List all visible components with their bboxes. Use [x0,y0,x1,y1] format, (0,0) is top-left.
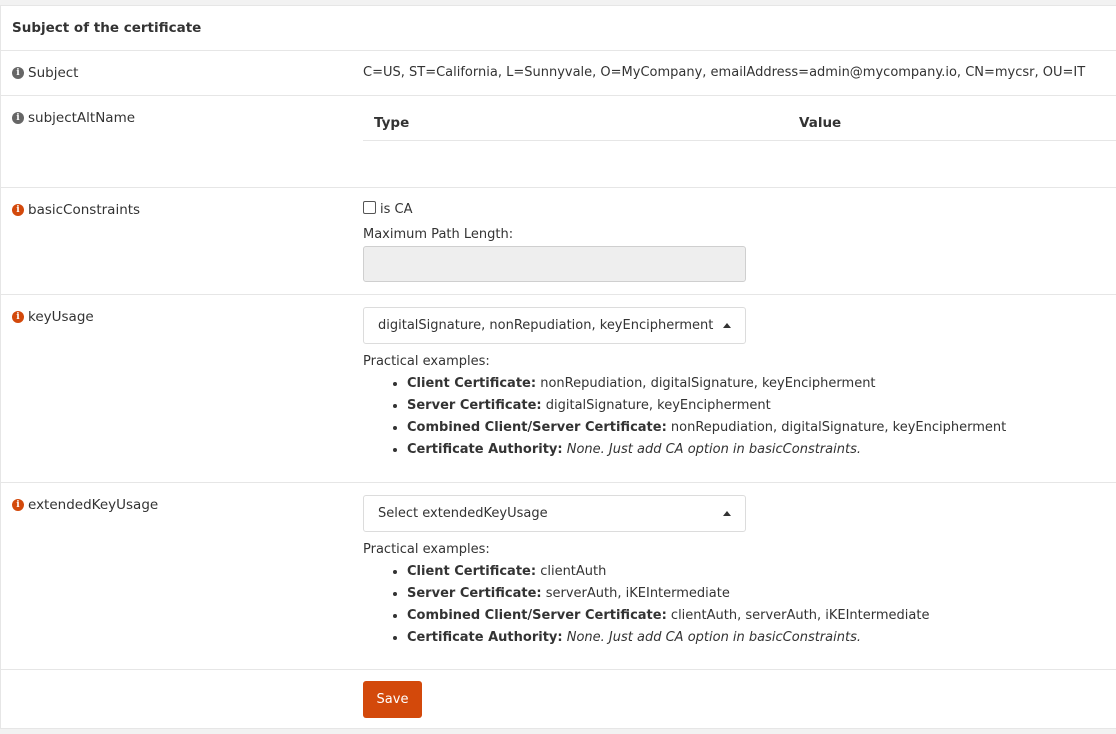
list-item: Certificate Authority: None. Just add CA… [407,439,1006,461]
example-value: nonRepudiation, digitalSignature, keyEnc… [540,376,876,391]
list-item: Combined Client/Server Certificate: nonR… [407,417,1006,439]
list-item: Client Certificate: clientAuth [407,561,929,583]
example-value: None. Just add CA option in basicConstra… [566,630,861,645]
key-usage-label-group: i keyUsage [12,309,94,325]
example-value: clientAuth, serverAuth, iKEIntermediate [670,608,930,623]
max-path-length-input[interactable] [363,246,746,282]
list-item: Certificate Authority: None. Just add CA… [407,627,929,649]
subject-alt-name-label: subjectAltName [28,110,136,126]
extended-key-usage-label-group: i extendedKeyUsage [12,497,158,513]
certificate-subject-panel: Subject of the certificate i Subject C=U… [0,5,1116,729]
example-name: Certificate Authority: [407,442,563,457]
column-header-type: Type [374,115,410,131]
example-value: digitalSignature, keyEncipherment [545,398,771,413]
actions-row: Save [1,670,1116,728]
key-usage-selected-value: digitalSignature, nonRepudiation, keyEnc… [378,318,714,333]
key-usage-examples: Practical examples: Client Certificate: … [363,351,1006,461]
extended-key-usage-placeholder: Select extendedKeyUsage [378,506,548,521]
extended-key-usage-row: i extendedKeyUsage Select extendedKeyUsa… [1,483,1116,670]
list-item: Server Certificate: digitalSignature, ke… [407,395,1006,417]
example-name: Certificate Authority: [407,630,563,645]
info-icon[interactable]: i [12,67,24,79]
example-value: clientAuth [540,564,607,579]
info-icon[interactable]: i [12,112,24,124]
subject-label: Subject [28,65,79,81]
examples-title: Practical examples: [363,542,490,557]
list-item: Combined Client/Server Certificate: clie… [407,605,929,627]
subject-row: i Subject C=US, ST=California, L=Sunnyva… [1,51,1116,96]
info-icon[interactable]: i [12,499,24,511]
key-usage-examples-list: Client Certificate: nonRepudiation, digi… [363,373,1006,461]
example-value: None. Just add CA option in basicConstra… [566,442,861,457]
is-ca-label[interactable]: is CA [380,202,413,217]
subject-alt-name-table-header: Type Value [363,114,1116,141]
subject-alt-name-row: i subjectAltName Type Value [1,96,1116,188]
caret-up-icon [723,323,731,328]
example-name: Combined Client/Server Certificate: [407,608,667,623]
key-usage-row: i keyUsage digitalSignature, nonRepudiat… [1,295,1116,483]
is-ca-checkbox[interactable] [363,201,376,214]
list-item: Server Certificate: serverAuth, iKEInter… [407,583,929,605]
example-name: Server Certificate: [407,586,542,601]
list-item: Client Certificate: nonRepudiation, digi… [407,373,1006,395]
subject-value: C=US, ST=California, L=Sunnyvale, O=MyCo… [363,65,1086,80]
extended-key-usage-label: extendedKeyUsage [28,497,159,513]
example-value: serverAuth, iKEIntermediate [545,586,730,601]
info-icon[interactable]: i [12,204,24,216]
examples-title: Practical examples: [363,354,490,369]
example-name: Client Certificate: [407,564,537,579]
basic-constraints-label-group: i basicConstraints [12,202,140,218]
column-header-value: Value [799,115,842,131]
subject-alt-name-label-group: i subjectAltName [12,110,135,126]
example-name: Server Certificate: [407,398,542,413]
example-name: Combined Client/Server Certificate: [407,420,667,435]
subject-label-group: i Subject [12,65,78,81]
save-button[interactable]: Save [363,681,422,718]
info-icon[interactable]: i [12,311,24,323]
basic-constraints-label: basicConstraints [28,202,141,218]
key-usage-label: keyUsage [28,309,94,325]
extended-key-usage-select[interactable]: Select extendedKeyUsage [363,495,746,532]
max-path-length-label: Maximum Path Length: [363,227,514,242]
basic-constraints-row: i basicConstraints is CA Maximum Path Le… [1,188,1116,295]
example-value: nonRepudiation, digitalSignature, keyEnc… [670,420,1007,435]
extended-key-usage-examples: Practical examples: Client Certificate: … [363,539,929,649]
key-usage-select[interactable]: digitalSignature, nonRepudiation, keyEnc… [363,307,746,344]
section-title: Subject of the certificate [12,20,202,36]
section-header-row: Subject of the certificate [1,6,1116,51]
extended-key-usage-examples-list: Client Certificate: clientAuth Server Ce… [363,561,929,649]
example-name: Client Certificate: [407,376,537,391]
caret-up-icon [723,511,731,516]
is-ca-option[interactable]: is CA [363,201,413,217]
